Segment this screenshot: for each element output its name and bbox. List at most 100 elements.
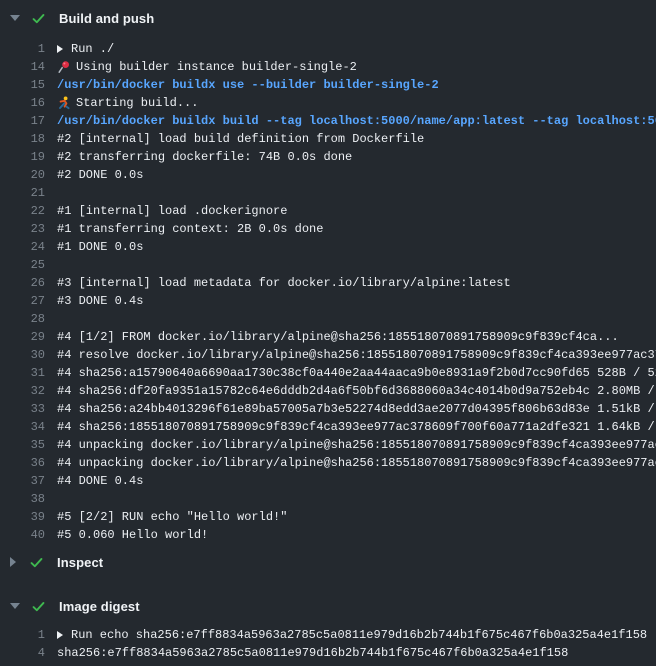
log-message: Run echo sha256:e7ff8834a5963a2785c5a081… xyxy=(71,626,647,644)
check-success-icon xyxy=(29,555,44,570)
log-line: 31 #4 sha256:a15790640a6690aa1730c38cf0a4… xyxy=(0,364,656,382)
line-number[interactable]: 39 xyxy=(0,508,45,526)
log-line: 22 #1 [internal] load .dockerignore xyxy=(0,202,656,220)
line-number[interactable]: 29 xyxy=(0,328,45,346)
line-number[interactable]: 1 xyxy=(0,40,45,58)
line-number[interactable]: 40 xyxy=(0,526,45,544)
command-text: /usr/bin/docker buildx use --builder bui… xyxy=(57,76,439,94)
line-number[interactable]: 25 xyxy=(0,256,45,274)
log-line-content: #3 DONE 0.4s xyxy=(57,292,143,310)
line-number[interactable]: 18 xyxy=(0,130,45,148)
log-line-content: Run echo sha256:e7ff8834a5963a2785c5a081… xyxy=(57,626,647,644)
log-message: sha256:e7ff8834a5963a2785c5a0811e979d16b… xyxy=(57,644,568,662)
log-line-content: #4 [1/2] FROM docker.io/library/alpine@s… xyxy=(57,328,619,346)
workflow-log-viewer: Build and push1Run ./14Using builder ins… xyxy=(0,8,656,662)
line-number[interactable]: 32 xyxy=(0,382,45,400)
line-number[interactable]: 16 xyxy=(0,94,45,112)
chevron-down-icon[interactable] xyxy=(10,15,20,21)
line-number[interactable]: 20 xyxy=(0,166,45,184)
log-line-content: #2 transferring dockerfile: 74B 0.0s don… xyxy=(57,148,352,166)
line-number[interactable]: 26 xyxy=(0,274,45,292)
log-line: 14 Using builder instance builder-single-… xyxy=(0,58,656,76)
section-title: Build and push xyxy=(59,11,154,26)
log-message: #5 [2/2] RUN echo "Hello world!" xyxy=(57,508,287,526)
chevron-right-icon[interactable] xyxy=(10,557,16,567)
line-number[interactable]: 35 xyxy=(0,436,45,454)
section-title: Inspect xyxy=(57,555,103,570)
line-number[interactable]: 1 xyxy=(0,626,45,644)
section-inspect: Inspect xyxy=(0,552,656,572)
log-message: #4 [1/2] FROM docker.io/library/alpine@s… xyxy=(57,328,619,346)
section-header-inspect[interactable]: Inspect xyxy=(0,552,656,572)
run-expand-icon[interactable] xyxy=(57,631,63,639)
log-message: #2 DONE 0.0s xyxy=(57,166,143,184)
run-expand-icon[interactable] xyxy=(57,45,63,53)
log-line-content: #4 sha256:df20fa9351a15782c64e6dddb2d4a6… xyxy=(57,382,656,400)
log-line: 21 xyxy=(0,184,656,202)
log-line-content: #2 [internal] load build definition from… xyxy=(57,130,424,148)
section-title: Image digest xyxy=(59,599,140,614)
log-line-content: #3 [internal] load metadata for docker.i… xyxy=(57,274,511,292)
check-success-icon xyxy=(31,11,46,26)
section-header-image-digest[interactable]: Image digest xyxy=(0,596,656,616)
log-message: #4 sha256:a24bb4013296f61e89ba57005a7b3e… xyxy=(57,400,656,418)
log-line: 19 #2 transferring dockerfile: 74B 0.0s d… xyxy=(0,148,656,166)
check-success-icon xyxy=(31,599,46,614)
log-line: 23#1 transferring context: 2B 0.0s done xyxy=(0,220,656,238)
log-message: #4 sha256:a15790640a6690aa1730c38cf0a440… xyxy=(57,364,656,382)
log-message: Starting build... xyxy=(76,94,198,112)
line-number[interactable]: 24 xyxy=(0,238,45,256)
log-line-content: #4 unpacking docker.io/library/alpine@sh… xyxy=(57,436,656,454)
log-line: 38 xyxy=(0,490,656,508)
log-line-content: #1 DONE 0.0s xyxy=(57,238,143,256)
log-line: 26 #3 [internal] load metadata for docker… xyxy=(0,274,656,292)
line-number[interactable]: 34 xyxy=(0,418,45,436)
log-line: 34 #4 sha256:185518070891758909c9f839cf4c… xyxy=(0,418,656,436)
log-line: 1 Run ./ xyxy=(0,40,656,58)
line-number[interactable]: 37 xyxy=(0,472,45,490)
log-message: #4 DONE 0.4s xyxy=(57,472,143,490)
log-line-content: #1 [internal] load .dockerignore xyxy=(57,202,287,220)
log-line-content: #4 sha256:a15790640a6690aa1730c38cf0a440… xyxy=(57,364,656,382)
log-message: #4 unpacking docker.io/library/alpine@sh… xyxy=(57,436,656,454)
log-line-content: Starting build... xyxy=(57,94,198,112)
line-number[interactable]: 21 xyxy=(0,184,45,202)
line-number[interactable]: 33 xyxy=(0,400,45,418)
log-lines-build-and-push: 1 Run ./ 14 Using builder instance builder-… xyxy=(0,40,656,544)
line-number[interactable]: 31 xyxy=(0,364,45,382)
log-line-content: #4 sha256:185518070891758909c9f839cf4ca3… xyxy=(57,418,656,436)
line-number[interactable]: 15 xyxy=(0,76,45,94)
line-number[interactable]: 19 xyxy=(0,148,45,166)
line-number[interactable]: 4 xyxy=(0,644,45,662)
log-line: 36 #4 unpacking docker.io/library/alpine@… xyxy=(0,454,656,472)
log-line-content: #5 0.060 Hello world! xyxy=(57,526,208,544)
line-number[interactable]: 36 xyxy=(0,454,45,472)
log-line: 15/usr/bin/docker buildx use --builder b… xyxy=(0,76,656,94)
log-line: 30#4 resolve docker.io/library/alpine@sh… xyxy=(0,346,656,364)
log-line-content: Using builder instance builder-single-2 xyxy=(57,58,357,76)
line-number[interactable]: 27 xyxy=(0,292,45,310)
log-line-content: #5 [2/2] RUN echo "Hello world!" xyxy=(57,508,287,526)
line-number[interactable]: 28 xyxy=(0,310,45,328)
line-number[interactable]: 38 xyxy=(0,490,45,508)
line-number[interactable]: 30 xyxy=(0,346,45,364)
log-line: 40 #5 0.060 Hello world! xyxy=(0,526,656,544)
runner-icon xyxy=(57,96,71,110)
log-line-content: #4 DONE 0.4s xyxy=(57,472,143,490)
line-number[interactable]: 23 xyxy=(0,220,45,238)
log-message: #4 unpacking docker.io/library/alpine@sh… xyxy=(57,454,656,472)
log-line-content: Run ./ xyxy=(57,40,114,58)
log-line-content: /usr/bin/docker buildx use --builder bui… xyxy=(57,76,439,94)
log-line: 20 #2 DONE 0.0s xyxy=(0,166,656,184)
section-image-digest: Image digest 1 Run echo sha256:e7ff8834a59… xyxy=(0,596,656,662)
log-line: 1 Run echo sha256:e7ff8834a5963a2785c5a08… xyxy=(0,626,656,644)
section-header-build-and-push[interactable]: Build and push xyxy=(0,8,656,28)
log-line: 24 #1 DONE 0.0s xyxy=(0,238,656,256)
line-number[interactable]: 17 xyxy=(0,112,45,130)
log-message: #1 [internal] load .dockerignore xyxy=(57,202,287,220)
log-line: 29 #4 [1/2] FROM docker.io/library/alpine… xyxy=(0,328,656,346)
log-message: #1 DONE 0.0s xyxy=(57,238,143,256)
chevron-down-icon[interactable] xyxy=(10,603,20,609)
line-number[interactable]: 14 xyxy=(0,58,45,76)
line-number[interactable]: 22 xyxy=(0,202,45,220)
